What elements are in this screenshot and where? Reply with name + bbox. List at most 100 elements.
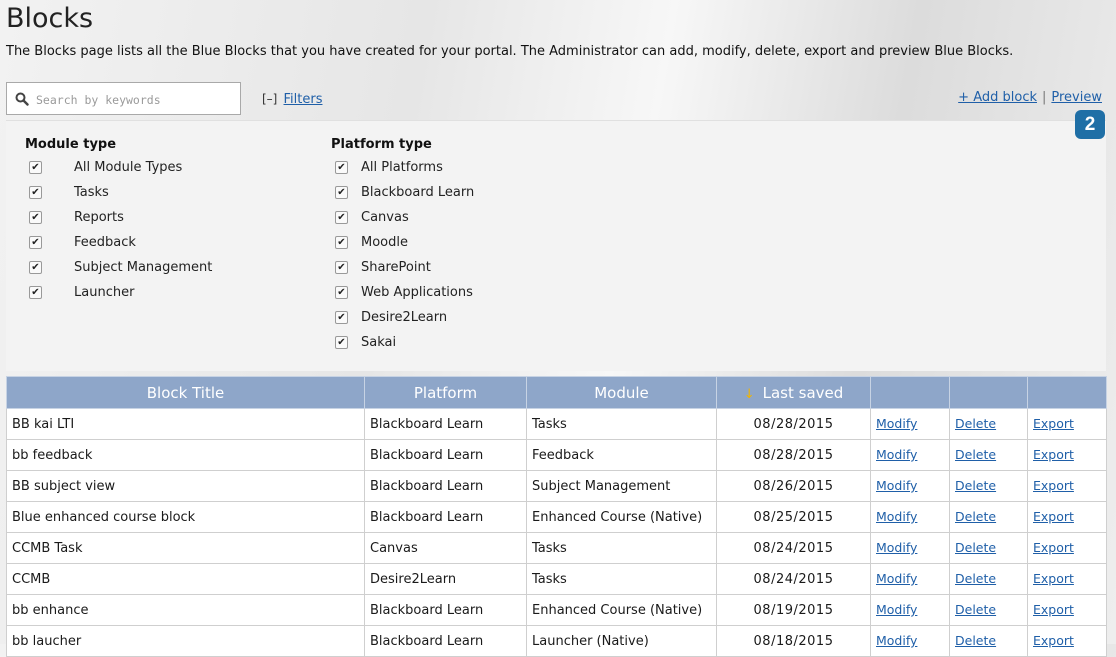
filters-toggle: [–] Filters [262,92,322,107]
module-cell: Tasks [526,563,717,595]
export-link-cell: Export [1027,594,1107,626]
modify-link[interactable]: Modify [876,540,917,555]
filter-option-label: Feedback [74,235,136,250]
modify-link-cell: Modify [870,625,950,657]
last-saved-cell: 08/28/2015 [716,408,871,440]
page-title: Blocks [6,3,94,34]
checkbox[interactable]: ✔ [335,311,348,324]
filter-option-label: Sakai [361,335,397,350]
delete-link-cell: Delete [949,501,1028,533]
delete-link[interactable]: Delete [955,602,996,617]
modify-link-cell: Modify [870,532,950,564]
checkbox[interactable]: ✔ [335,261,348,274]
module-cell: Enhanced Course (Native) [526,594,717,626]
column-header-last-saved[interactable]: ↓ Last saved [716,376,871,409]
column-header-module[interactable]: Module [526,376,717,409]
checkbox[interactable]: ✔ [29,236,42,249]
checkbox[interactable]: ✔ [29,261,42,274]
page-description: The Blocks page lists all the Blue Block… [6,44,1014,59]
modify-link-cell: Modify [870,408,950,440]
column-header-block-title[interactable]: Block Title [6,376,365,409]
delete-link[interactable]: Delete [955,416,996,431]
checkbox[interactable]: ✔ [335,161,348,174]
checkbox[interactable]: ✔ [29,286,42,299]
delete-link[interactable]: Delete [955,540,996,555]
export-link[interactable]: Export [1033,571,1074,586]
export-link[interactable]: Export [1033,416,1074,431]
modify-link[interactable]: Modify [876,509,917,524]
filter-option-label: Desire2Learn [361,310,448,325]
platform-cell: Blackboard Learn [364,470,527,502]
export-link[interactable]: Export [1033,478,1074,493]
step-badge: 2 [1075,110,1105,139]
checkbox[interactable]: ✔ [335,211,348,224]
modify-link[interactable]: Modify [876,571,917,586]
module-cell: Tasks [526,532,717,564]
export-link[interactable]: Export [1033,602,1074,617]
export-link-cell: Export [1027,625,1107,657]
filter-option-label: Canvas [361,210,409,225]
module-cell: Feedback [526,439,717,471]
delete-link[interactable]: Delete [955,447,996,462]
checkbox[interactable]: ✔ [335,186,348,199]
column-header-platform[interactable]: Platform [364,376,527,409]
export-link[interactable]: Export [1033,509,1074,524]
table-row: CCMB Desire2Learn Tasks 08/24/2015 Modify Del… [6,563,1107,595]
filter-option-label: Reports [74,210,124,225]
filters-link[interactable]: Filters [284,92,323,107]
collapse-filters-icon[interactable]: [–] [262,92,277,106]
module-cell: Launcher (Native) [526,625,717,657]
filter-option-label: Subject Management [74,260,213,275]
export-link-cell: Export [1027,532,1107,564]
delete-link[interactable]: Delete [955,509,996,524]
module-cell: Subject Management [526,470,717,502]
delete-link[interactable]: Delete [955,571,996,586]
table-header-row: Block Title Platform Module ↓ Last saved [6,376,1107,409]
export-link[interactable]: Export [1033,447,1074,462]
filter-option-label: Blackboard Learn [361,185,475,200]
modify-link-cell: Modify [870,501,950,533]
module-cell: Enhanced Course (Native) [526,501,717,533]
search-input[interactable] [34,89,238,111]
last-saved-cell: 08/25/2015 [716,501,871,533]
export-link[interactable]: Export [1033,633,1074,648]
checkbox[interactable]: ✔ [29,161,42,174]
export-link-cell: Export [1027,408,1107,440]
filter-option-label: Launcher [74,285,135,300]
export-link[interactable]: Export [1033,540,1074,555]
checkbox[interactable]: ✔ [29,186,42,199]
checkbox[interactable]: ✔ [335,336,348,349]
last-saved-cell: 08/24/2015 [716,532,871,564]
modify-link[interactable]: Modify [876,478,917,493]
platform-type-title: Platform type [331,137,432,152]
last-saved-cell: 08/24/2015 [716,563,871,595]
modify-link[interactable]: Modify [876,633,917,648]
block-title-cell: BB subject view [6,470,365,502]
search-icon [15,92,29,106]
modify-link-cell: Modify [870,470,950,502]
delete-link[interactable]: Delete [955,478,996,493]
block-title-cell: Blue enhanced course block [6,501,365,533]
platform-cell: Blackboard Learn [364,501,527,533]
table-row: bb feedback Blackboard Learn Feedback 08/28… [6,439,1107,471]
delete-link-cell: Delete [949,439,1028,471]
block-title-cell: BB kai LTI [6,408,365,440]
modify-link[interactable]: Modify [876,602,917,617]
table-row: Blue enhanced course block Blackboard Lea… [6,501,1107,533]
module-type-title: Module type [25,137,117,152]
checkbox[interactable]: ✔ [335,286,348,299]
delete-link[interactable]: Delete [955,633,996,648]
module-cell: Tasks [526,408,717,440]
sort-descending-icon: ↓ [743,386,755,402]
search-box[interactable] [6,82,241,115]
modify-link[interactable]: Modify [876,416,917,431]
add-block-link[interactable]: + Add block [958,90,1037,105]
filters-panel: Module type Platform type ✔ All Module Ty… [6,120,1106,371]
delete-link-cell: Delete [949,532,1028,564]
block-title-cell: bb laucher [6,625,365,657]
filter-option-label: All Platforms [361,160,443,175]
checkbox[interactable]: ✔ [335,236,348,249]
checkbox[interactable]: ✔ [29,211,42,224]
modify-link[interactable]: Modify [876,447,917,462]
preview-link[interactable]: Preview [1051,90,1102,105]
